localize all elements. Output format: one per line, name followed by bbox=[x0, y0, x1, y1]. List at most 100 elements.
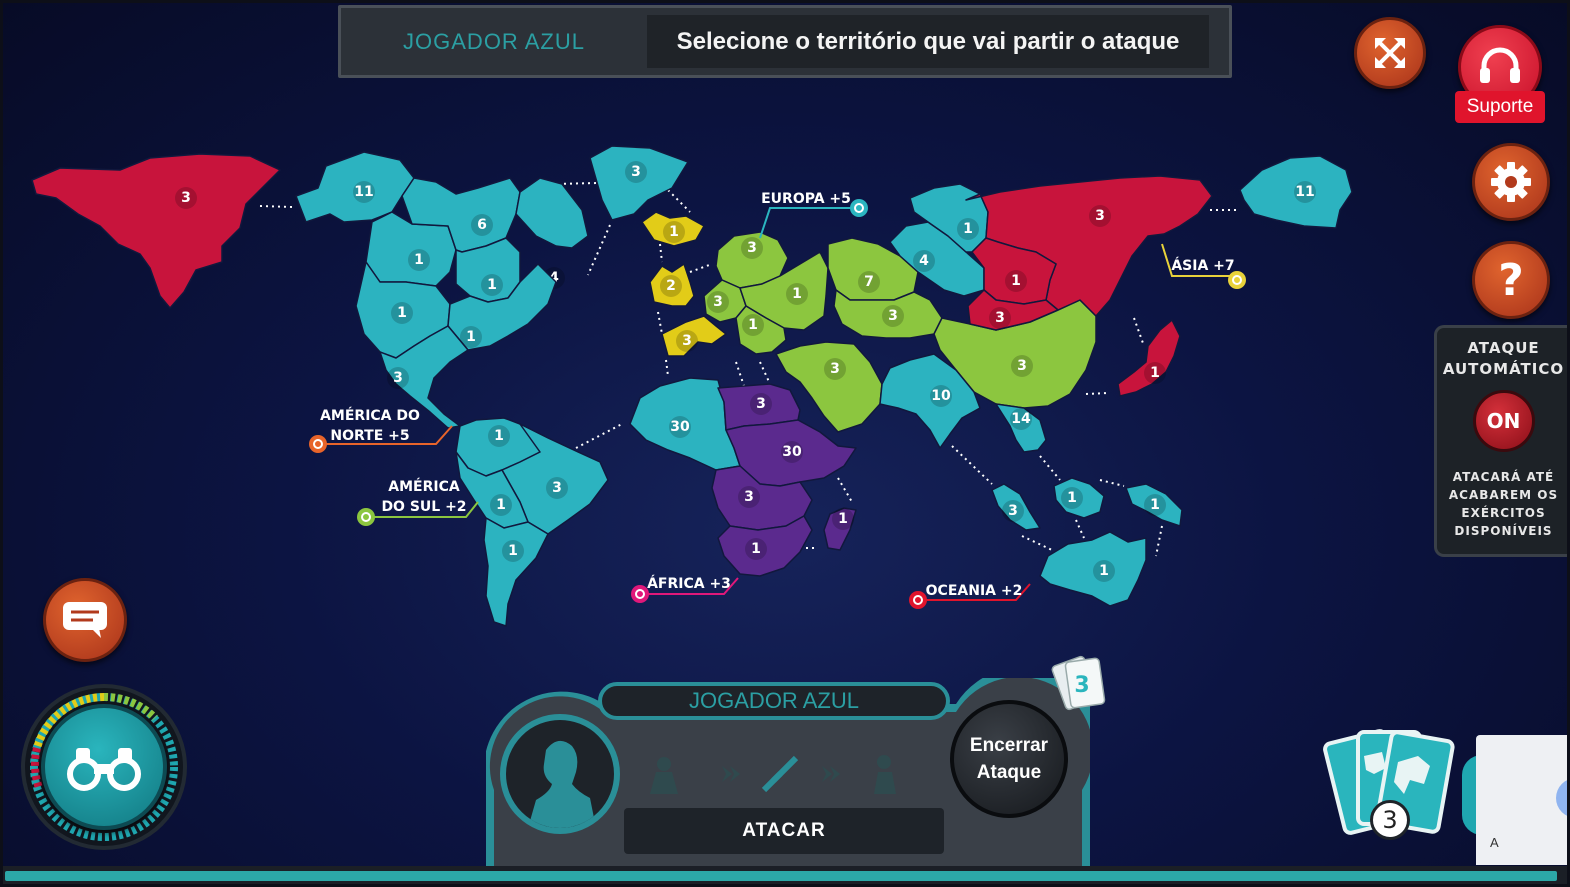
army-count: 1 bbox=[792, 286, 802, 302]
territory-greenland[interactable]: 3 bbox=[589, 145, 689, 221]
army-count: 3 bbox=[756, 396, 766, 412]
army-count: 6 bbox=[477, 217, 487, 233]
turn-phase-steps bbox=[636, 750, 926, 798]
auto-attack-toggle[interactable]: ON bbox=[1472, 390, 1535, 452]
army-count: 3 bbox=[830, 361, 840, 377]
move-phase-icon bbox=[874, 755, 896, 794]
territory-new-guinea[interactable]: 1 bbox=[1125, 483, 1183, 527]
question-icon: ? bbox=[1498, 254, 1524, 306]
army-count: 1 bbox=[487, 277, 497, 293]
territory-vietnam[interactable]: 14 bbox=[995, 403, 1047, 453]
army-count: 1 bbox=[466, 329, 476, 345]
player-avatar bbox=[500, 714, 620, 834]
territory-alaska[interactable]: 3 bbox=[31, 153, 281, 309]
army-count: 3 bbox=[631, 164, 641, 180]
territory-shape-alaska[interactable] bbox=[31, 153, 281, 309]
army-count: 3 bbox=[1017, 358, 1027, 374]
cards-count-badge: 3 bbox=[1370, 800, 1410, 840]
army-count: 10 bbox=[931, 388, 951, 404]
army-count: 3 bbox=[747, 240, 757, 256]
arrow-icon bbox=[722, 766, 740, 782]
army-count: 1 bbox=[1099, 563, 1109, 579]
territory-sumatra[interactable]: 3 bbox=[991, 483, 1041, 531]
territory-argentina[interactable]: 1 bbox=[483, 517, 549, 627]
gear-icon bbox=[1491, 162, 1531, 202]
continent-label-africa: ÁFRICA +3 bbox=[631, 575, 739, 603]
svg-text:DO SUL +2: DO SUL +2 bbox=[381, 499, 466, 515]
territory-japan[interactable]: 1 bbox=[1117, 319, 1181, 397]
army-count: 1 bbox=[1150, 497, 1160, 513]
continent-label-europe: EUROPA +5 bbox=[759, 191, 868, 239]
progress-bar bbox=[0, 866, 1570, 887]
army-count: 1 bbox=[494, 428, 504, 444]
territory-vladivostok[interactable]: 11 bbox=[1239, 155, 1353, 229]
fullscreen-button[interactable] bbox=[1354, 17, 1426, 89]
continent-label-south-america: AMÉRICA DO SUL +2 bbox=[357, 478, 479, 526]
cards-mini-icon[interactable]: 3 bbox=[1050, 650, 1112, 716]
headset-icon bbox=[1480, 47, 1520, 83]
svg-text:3: 3 bbox=[1074, 673, 1089, 698]
continent-label-north-america: AMÉRICA DO NORTE +5 bbox=[309, 407, 453, 453]
army-count: 3 bbox=[995, 310, 1005, 326]
territory-mackenzie[interactable]: 11 bbox=[295, 151, 415, 223]
territory-shape-argentina[interactable] bbox=[483, 517, 549, 627]
map-view-button[interactable] bbox=[41, 704, 167, 830]
army-count: 1 bbox=[496, 497, 506, 513]
army-count: 3 bbox=[393, 370, 403, 386]
territory-borneo[interactable]: 1 bbox=[1053, 477, 1105, 519]
support-label[interactable]: Suporte bbox=[1455, 91, 1545, 123]
turn-banner: JOGADOR AZUL Selecione o território que … bbox=[338, 5, 1232, 78]
svg-text:NORTE +5: NORTE +5 bbox=[330, 428, 409, 444]
army-count: 1 bbox=[669, 224, 679, 240]
progress-bar-fill bbox=[5, 871, 1557, 881]
army-count: 4 bbox=[919, 253, 929, 269]
territory-australia[interactable]: 1 bbox=[1039, 531, 1147, 607]
end-attack-button[interactable]: Encerrar Ataque bbox=[950, 700, 1068, 818]
army-count: 1 bbox=[1067, 490, 1077, 506]
army-count: 3 bbox=[1095, 208, 1105, 224]
territory-iceland[interactable]: 1 bbox=[641, 211, 705, 247]
auto-attack-panel: ATAQUE AUTOMÁTICO ON ATACARÁ ATÉ ACABARE… bbox=[1434, 325, 1570, 557]
army-count: 1 bbox=[414, 252, 424, 268]
territory-england[interactable]: 2 bbox=[649, 263, 695, 307]
panel-player-name: JOGADOR AZUL bbox=[598, 682, 950, 720]
army-count: 30 bbox=[782, 444, 802, 460]
continent-label-oceania: OCEANIA +2 bbox=[909, 583, 1031, 609]
svg-text:OCEANIA +2: OCEANIA +2 bbox=[926, 583, 1023, 599]
army-count: 1 bbox=[1011, 273, 1021, 289]
svg-text:ÁFRICA +3: ÁFRICA +3 bbox=[647, 575, 731, 592]
help-button[interactable]: ? bbox=[1472, 241, 1550, 319]
army-count: 1 bbox=[508, 543, 518, 559]
army-count: 1 bbox=[751, 541, 761, 557]
settings-button[interactable] bbox=[1472, 143, 1550, 221]
svg-text:AMÉRICA DO: AMÉRICA DO bbox=[320, 407, 420, 424]
territory-madagascar[interactable]: 1 bbox=[823, 507, 857, 551]
svg-text:AMÉRICA: AMÉRICA bbox=[388, 478, 460, 495]
army-count: 1 bbox=[1150, 365, 1160, 381]
attack-button[interactable]: ATACAR bbox=[624, 808, 944, 854]
expand-icon bbox=[1375, 38, 1405, 68]
army-count: 3 bbox=[1008, 503, 1018, 519]
territory-labrador[interactable]: 4 bbox=[515, 177, 589, 289]
territory-portugal[interactable]: 3 bbox=[661, 315, 727, 357]
svg-text:ÁSIA +7: ÁSIA +7 bbox=[1171, 257, 1234, 274]
army-count: 11 bbox=[1295, 184, 1314, 200]
binoculars-icon bbox=[67, 748, 141, 791]
chat-button[interactable] bbox=[43, 578, 127, 662]
army-count: 11 bbox=[354, 184, 373, 200]
army-count: 30 bbox=[670, 419, 690, 435]
auto-attack-description: ATACARÁ ATÉ ACABAREM OS EXÉRCITOS DISPON… bbox=[1448, 470, 1559, 538]
territory-shape-japan[interactable] bbox=[1117, 319, 1181, 397]
player-panel: JOGADOR AZUL ATACAR Encerrar Ataque bbox=[486, 678, 1090, 868]
attack-phase-icon bbox=[761, 755, 799, 793]
army-count: 1 bbox=[397, 305, 407, 321]
army-count: 1 bbox=[963, 221, 973, 237]
army-count: 7 bbox=[864, 274, 874, 290]
army-count: 3 bbox=[713, 294, 723, 310]
army-count: 3 bbox=[888, 308, 898, 324]
soldier-silhouette-icon bbox=[528, 740, 596, 828]
army-count: 3 bbox=[744, 489, 754, 505]
arrow-icon bbox=[822, 766, 840, 782]
corner-overlay-label: A bbox=[1490, 835, 1499, 850]
territory-shape-labrador[interactable] bbox=[515, 177, 589, 249]
